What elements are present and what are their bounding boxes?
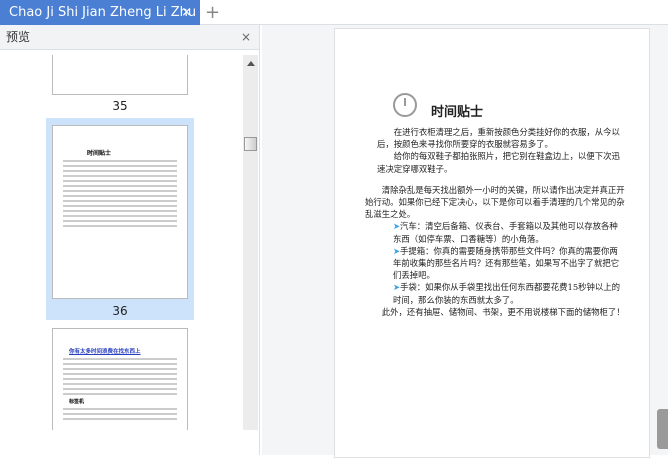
arrow-bullet-icon: ➤ — [393, 221, 401, 232]
page-label-35: 35 — [112, 99, 128, 113]
new-tab-button[interactable]: + — [205, 0, 220, 25]
page-thumbnail-37[interactable]: 你有太多时间浪费在找东西上 标签机 — [52, 328, 188, 430]
thumbnail-scrollbar[interactable] — [243, 55, 258, 430]
document-tab[interactable]: Chao Ji Shi Jian Zheng Li Zhu × — [0, 0, 200, 25]
paragraph: 清除杂乱是每天找出额外一小时的关键，所以请作出决定并真正开始行动。如果你已经下定… — [365, 184, 625, 220]
bullet-item: ➤手袋：如果你从手袋里找出任何东西都要花费15秒钟以上的时间，那么你装的东西就太… — [393, 282, 621, 305]
scroll-up-icon[interactable] — [247, 61, 255, 66]
arrow-bullet-icon: ➤ — [393, 245, 401, 256]
scrollbar-thumb[interactable] — [244, 137, 257, 151]
page-title: 时间贴士 — [431, 105, 484, 120]
close-tab-icon[interactable]: × — [181, 0, 192, 25]
paragraph: 给你的每双鞋子都拍张照片，把它别在鞋盒边上，以便下次迅速决定穿哪双鞋子。 — [377, 151, 620, 174]
document-page: 时间贴士 在进行衣柜清理之后，重新按颜色分类挂好你的衣服，从今以后，按颜色来寻找… — [334, 28, 650, 458]
sidebar-title: 预览 — [6, 30, 31, 44]
page-label-36: 36 — [112, 304, 128, 318]
document-viewer: 时间贴士 在进行衣柜清理之后，重新按颜色分类挂好你的衣服，从今以后，按颜色来寻找… — [262, 25, 668, 458]
bullet-item: ➤汽车：清空后备箱、仪表台、手套箱以及其他可以存放各种东西（如停车票、口香糖等）… — [393, 221, 618, 244]
thumb-heading: 你有太多时间浪费在找东西上 — [69, 349, 141, 355]
clock-icon — [393, 93, 417, 117]
thumbnail-list: 35 时间贴士 36 你有太多时间浪费在找东西上 标签机 — [0, 55, 243, 430]
page-thumbnail-35[interactable] — [52, 55, 188, 95]
thumb-title: 时间贴士 — [87, 150, 112, 157]
paragraph: 此外，还有抽屉、储物间、书架，更不用说楼梯下面的储物柜了！ — [381, 306, 625, 317]
tab-title: Chao Ji Shi Jian Zheng Li Zhu — [9, 5, 197, 20]
thumb-subheading: 标签机 — [69, 399, 85, 405]
floating-side-button[interactable] — [657, 409, 668, 449]
arrow-bullet-icon: ➤ — [393, 282, 401, 293]
page-thumbnail-36[interactable]: 时间贴士 — [52, 125, 188, 299]
tab-bar: Chao Ji Shi Jian Zheng Li Zhu × + — [0, 0, 668, 25]
bullet-item: ➤手提箱：你真的需要随身携带那些文件吗？你真的需要你两年前收集的那些名片吗？还有… — [393, 245, 620, 281]
close-sidebar-icon[interactable]: × — [241, 25, 251, 50]
paragraph: 在进行衣柜清理之后，重新按颜色分类挂好你的衣服，从今以后，按颜色来寻找你所要穿的… — [377, 127, 620, 150]
